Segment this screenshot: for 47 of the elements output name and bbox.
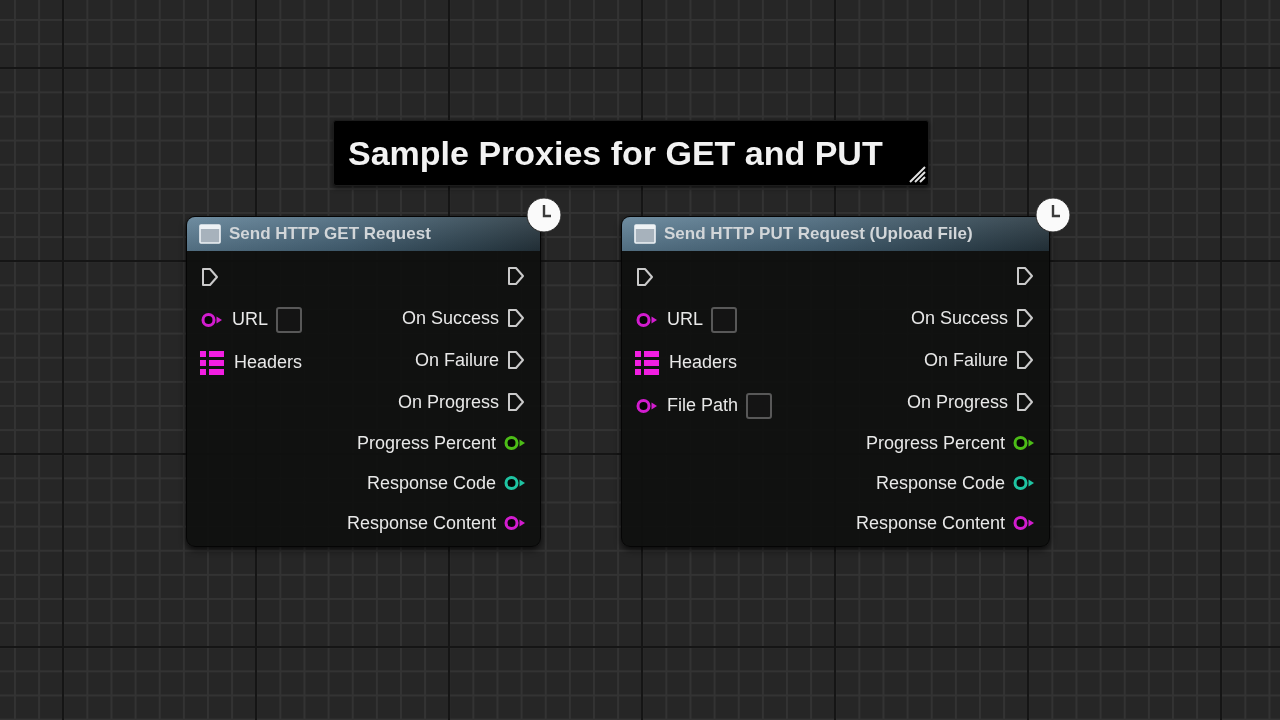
pin-label: File Path [667, 395, 739, 416]
exec-pin-icon[interactable] [507, 266, 525, 286]
exec-pin-icon[interactable] [1016, 308, 1034, 328]
input-field[interactable] [746, 392, 773, 419]
exec-pin-icon[interactable] [1016, 392, 1034, 412]
pin-label: URL [232, 309, 268, 330]
pin-label: On Success [910, 307, 1008, 329]
exec-pin-icon[interactable] [636, 266, 654, 287]
pin-label: On Progress [397, 391, 499, 413]
node-title: Send HTTP PUT Request (Upload File) [664, 224, 973, 244]
data-pin-icon[interactable] [636, 397, 657, 414]
exec-pin-icon[interactable] [1016, 350, 1034, 370]
pin-label: On Success [401, 307, 499, 329]
pin-label: Headers [234, 352, 303, 373]
pin-label: On Failure [923, 349, 1008, 371]
node-title: Send HTTP GET Request [229, 224, 431, 244]
input-field[interactable] [276, 306, 302, 333]
pin-label: Progress Percent [356, 432, 496, 454]
pin-label: Response Code [875, 472, 1005, 494]
pin-label: On Failure [414, 349, 499, 371]
data-pin-icon[interactable] [504, 475, 525, 491]
data-pin-icon[interactable] [201, 311, 222, 328]
array-pin-icon[interactable] [200, 350, 224, 375]
pin-label: Response Content [855, 512, 1005, 534]
data-pin-icon[interactable] [1013, 475, 1034, 491]
exec-pin-icon[interactable] [507, 350, 525, 370]
exec-pin-icon[interactable] [201, 266, 219, 287]
exec-pin-icon[interactable] [507, 308, 525, 328]
pin-label: Response Code [366, 472, 496, 494]
input-field[interactable] [711, 306, 737, 333]
data-pin-icon[interactable] [636, 311, 657, 328]
function-icon [199, 224, 221, 244]
pin-label: URL [667, 309, 703, 330]
resize-grip-icon[interactable] [908, 165, 926, 183]
pin-label: On Progress [906, 391, 1008, 413]
pin-label: Progress Percent [865, 432, 1005, 454]
array-pin-icon[interactable] [635, 350, 659, 375]
exec-pin-icon[interactable] [507, 392, 525, 412]
pin-label: Response Content [346, 512, 496, 534]
comment-text: Sample Proxies for GET and PUT [348, 133, 883, 173]
exec-pin-icon[interactable] [1016, 266, 1034, 286]
data-pin-icon[interactable] [1013, 435, 1034, 451]
pin-label: Headers [669, 352, 738, 373]
data-pin-icon[interactable] [1013, 515, 1034, 531]
function-icon [634, 224, 656, 244]
data-pin-icon[interactable] [504, 515, 525, 531]
data-pin-icon[interactable] [504, 435, 525, 451]
